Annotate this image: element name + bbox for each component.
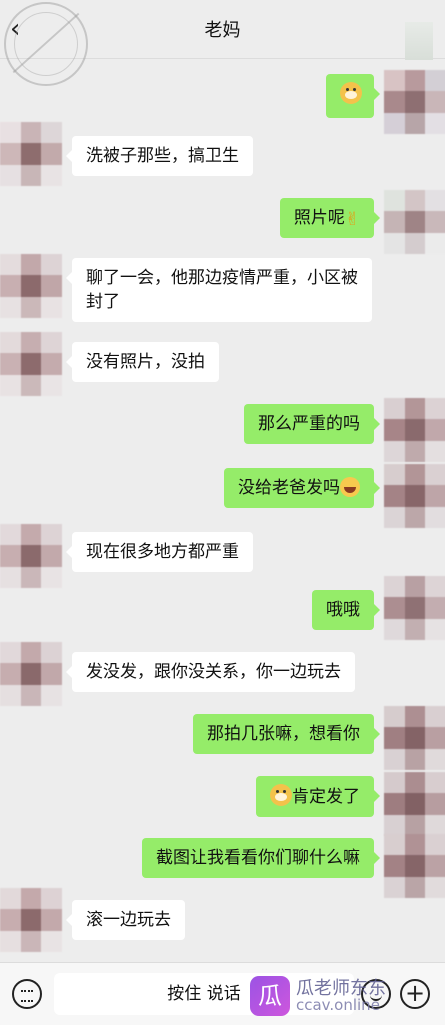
message-text: 哦哦 (326, 600, 360, 620)
incoming-message-bubble[interactable]: 没有照片，没拍 (66, 342, 219, 382)
outgoing-message-bubble[interactable]: 没给老爸发吗 (224, 468, 380, 508)
message-text: 那拍几张嘛，想看你 (207, 724, 360, 744)
self-avatar[interactable] (384, 464, 445, 528)
doge-emoji-icon (270, 784, 292, 806)
message-text: 那么严重的吗 (258, 414, 360, 434)
incoming-message-bubble[interactable]: 聊了一会，他那边疫情严重，小区被封了 (66, 258, 372, 322)
site-watermark: 瓜 瓜老师东东 ccav.online (250, 974, 440, 1018)
incoming-message-bubble[interactable]: 现在很多地方都严重 (66, 532, 253, 572)
contact-avatar[interactable] (0, 888, 62, 952)
watermark-logo-icon: 瓜 (250, 976, 290, 1016)
incoming-message-bubble[interactable]: 滚一边玩去 (66, 900, 185, 940)
chat-header: ‹ 老妈 (0, 0, 445, 86)
message-row: 那么严重的吗 (0, 398, 445, 464)
outgoing-message-bubble[interactable]: 那拍几张嘛，想看你 (193, 714, 380, 754)
doge-emoji-icon (340, 82, 362, 104)
message-text: 截图让我看看你们聊什么嘛 (156, 848, 360, 868)
contact-avatar[interactable] (0, 642, 62, 706)
message-row: 滚一边玩去 (0, 888, 445, 958)
victory-hand-emoji-icon: ✌ (344, 209, 360, 230)
keyboard-icon[interactable] (12, 979, 42, 1009)
incoming-message-bubble[interactable]: 发没发，跟你没关系，你一边玩去 (66, 652, 355, 692)
outgoing-message-bubble[interactable]: 那么严重的吗 (244, 404, 380, 444)
message-text: 照片呢 (293, 208, 345, 228)
message-text: 发没发，跟你没关系，你一边玩去 (86, 662, 341, 682)
contact-avatar[interactable] (0, 254, 62, 318)
message-row: 发没发，跟你没关系，你一边玩去 (0, 640, 445, 712)
message-row: 没给老爸发吗 (0, 462, 445, 528)
message-row: 洗被子那些，搞卫生 (0, 122, 445, 192)
message-text: 肯定发了 (292, 787, 360, 807)
message-text: 聊了一会，他那边疫情严重，小区被封了 (86, 268, 358, 312)
outgoing-message-bubble[interactable]: 哦哦 (312, 590, 380, 630)
message-row: 哦哦 (0, 576, 445, 642)
laughing-tears-emoji-icon (340, 477, 360, 497)
self-avatar[interactable] (384, 772, 445, 836)
message-row (0, 70, 445, 134)
chat-title: 老妈 (204, 20, 241, 41)
message-row: 照片呢✌ (0, 190, 445, 254)
message-text: 没给老爸发吗 (238, 478, 340, 498)
incoming-message-bubble[interactable]: 洗被子那些，搞卫生 (66, 136, 253, 176)
self-avatar[interactable] (384, 190, 445, 254)
contact-avatar[interactable] (0, 122, 62, 186)
self-avatar[interactable] (384, 706, 445, 770)
watermark-url: ccav.online (296, 996, 380, 1014)
message-text: 滚一边玩去 (86, 910, 171, 930)
outgoing-message-bubble[interactable] (326, 74, 380, 118)
outgoing-message-bubble[interactable]: 截图让我看看你们聊什么嘛 (142, 838, 380, 878)
message-row: 没有照片，没拍 (0, 332, 445, 398)
contact-avatar[interactable] (0, 332, 62, 396)
outgoing-message-bubble[interactable]: 照片呢✌ (279, 198, 381, 238)
more-options-button[interactable] (405, 22, 433, 60)
message-row: 肯定发了 (0, 770, 445, 836)
outgoing-message-bubble[interactable]: 肯定发了 (256, 776, 380, 817)
message-text: 洗被子那些，搞卫生 (86, 146, 239, 166)
self-avatar[interactable] (384, 576, 445, 640)
message-text: 现在很多地方都严重 (86, 542, 239, 562)
message-text: 没有照片，没拍 (86, 352, 205, 372)
message-row: 聊了一会，他那边疫情严重，小区被封了 (0, 254, 445, 334)
self-avatar[interactable] (384, 398, 445, 462)
message-row: 那拍几张嘛，想看你 (0, 706, 445, 772)
